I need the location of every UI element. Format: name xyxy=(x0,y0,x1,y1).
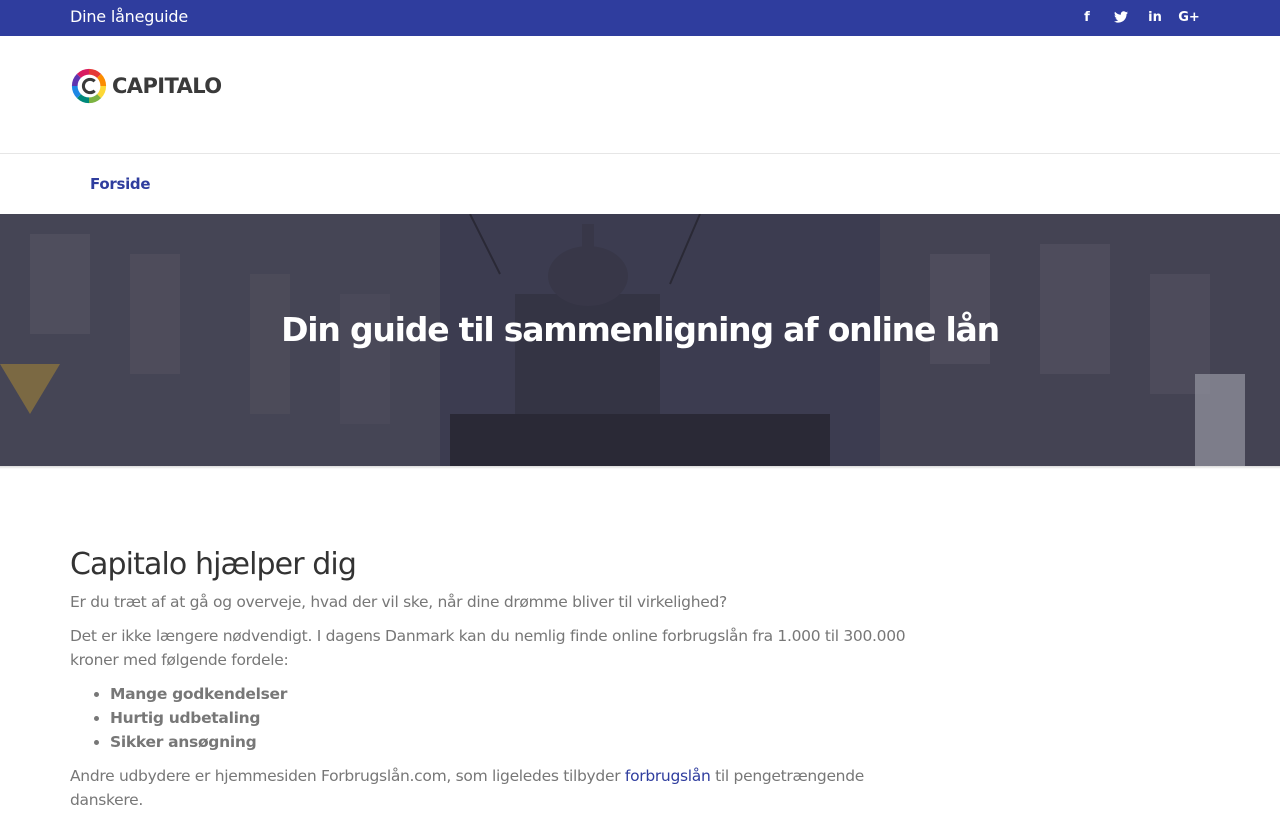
twitter-icon[interactable] xyxy=(1104,0,1138,34)
facebook-icon[interactable]: f xyxy=(1070,0,1104,34)
google-plus-icon[interactable]: G+ xyxy=(1172,0,1206,34)
social-links: f in G+ xyxy=(1070,0,1206,34)
benefits-list: Mange godkendelser Hurtig udbetaling Sik… xyxy=(110,682,920,754)
forbrugslan-link[interactable]: forbrugslån xyxy=(625,767,711,785)
top-bar: Dine låneguide f in G+ xyxy=(0,0,1280,36)
body-paragraph: Det er ikke længere nødvendigt. I dagens… xyxy=(70,627,906,669)
main-nav: Forside xyxy=(0,154,1280,214)
brand-bar: CAPITALO xyxy=(0,36,1280,154)
closing-text-start: Andre udbydere er hjemmesiden Forbrugslå… xyxy=(70,767,625,785)
logo-text: CAPITALO xyxy=(112,74,222,98)
intro-text: Er du træt af at gå og overveje, hvad de… xyxy=(70,593,727,611)
hero-banner: Din guide til sammenligning af online lå… xyxy=(0,214,1280,466)
hero-title: Din guide til sammenligning af online lå… xyxy=(281,310,1000,349)
main-content: Capitalo hjælper dig Er du træt af at gå… xyxy=(70,545,920,822)
closing-paragraph: Andre udbydere er hjemmesiden Forbrugslå… xyxy=(70,764,920,812)
logo-ring-icon xyxy=(71,68,107,104)
tagline: Dine låneguide xyxy=(70,7,189,26)
section-heading: Capitalo hjælper dig xyxy=(70,547,357,582)
hero-divider xyxy=(0,466,1280,469)
list-item: Hurtig udbetaling xyxy=(110,706,920,730)
list-item: Sikker ansøgning xyxy=(110,730,920,754)
nav-item-home[interactable]: Forside xyxy=(90,154,151,214)
list-item: Mange godkendelser xyxy=(110,682,920,706)
site-logo[interactable]: CAPITALO xyxy=(70,66,222,106)
linkedin-icon[interactable]: in xyxy=(1138,0,1172,34)
